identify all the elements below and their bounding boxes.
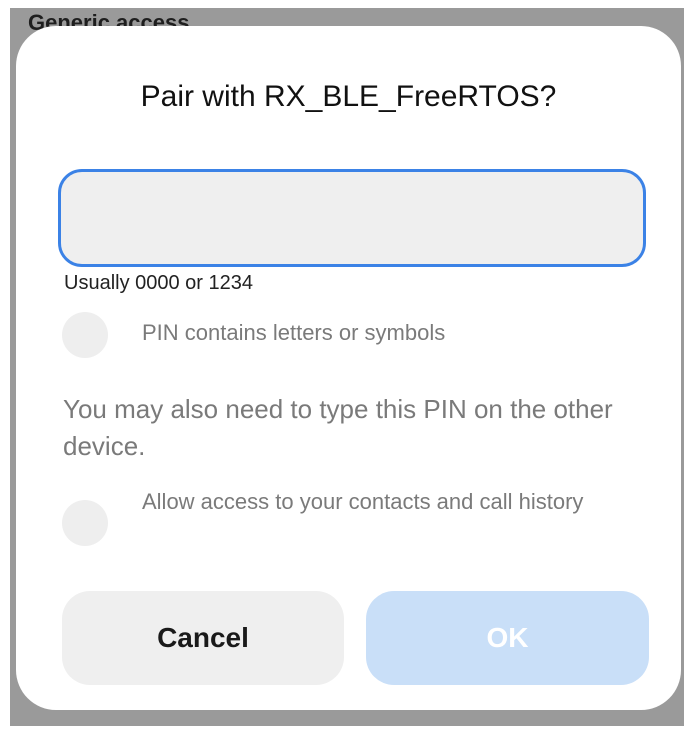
pin-note: You may also need to type this PIN on th…: [63, 394, 613, 461]
pin-letters-label: PIN contains letters or symbols: [142, 320, 446, 345]
ok-button[interactable]: OK: [366, 591, 649, 685]
pin-input[interactable]: [58, 169, 646, 267]
pin-letters-option[interactable]: PIN contains letters or symbols: [62, 312, 642, 362]
contacts-access-option[interactable]: Allow access to your contacts and call h…: [62, 486, 642, 556]
contacts-access-radio[interactable]: [62, 500, 108, 546]
pin-hint: Usually 0000 or 1234: [64, 272, 254, 294]
dialog-title: Pair with RX_BLE_FreeRTOS?: [140, 80, 557, 113]
contacts-access-label: Allow access to your contacts and call h…: [142, 489, 584, 514]
pin-letters-radio[interactable]: [62, 312, 108, 358]
cancel-button[interactable]: Cancel: [62, 591, 344, 685]
pairing-dialog: Pair with RX_BLE_FreeRTOS? Usually 0000 …: [16, 26, 681, 710]
